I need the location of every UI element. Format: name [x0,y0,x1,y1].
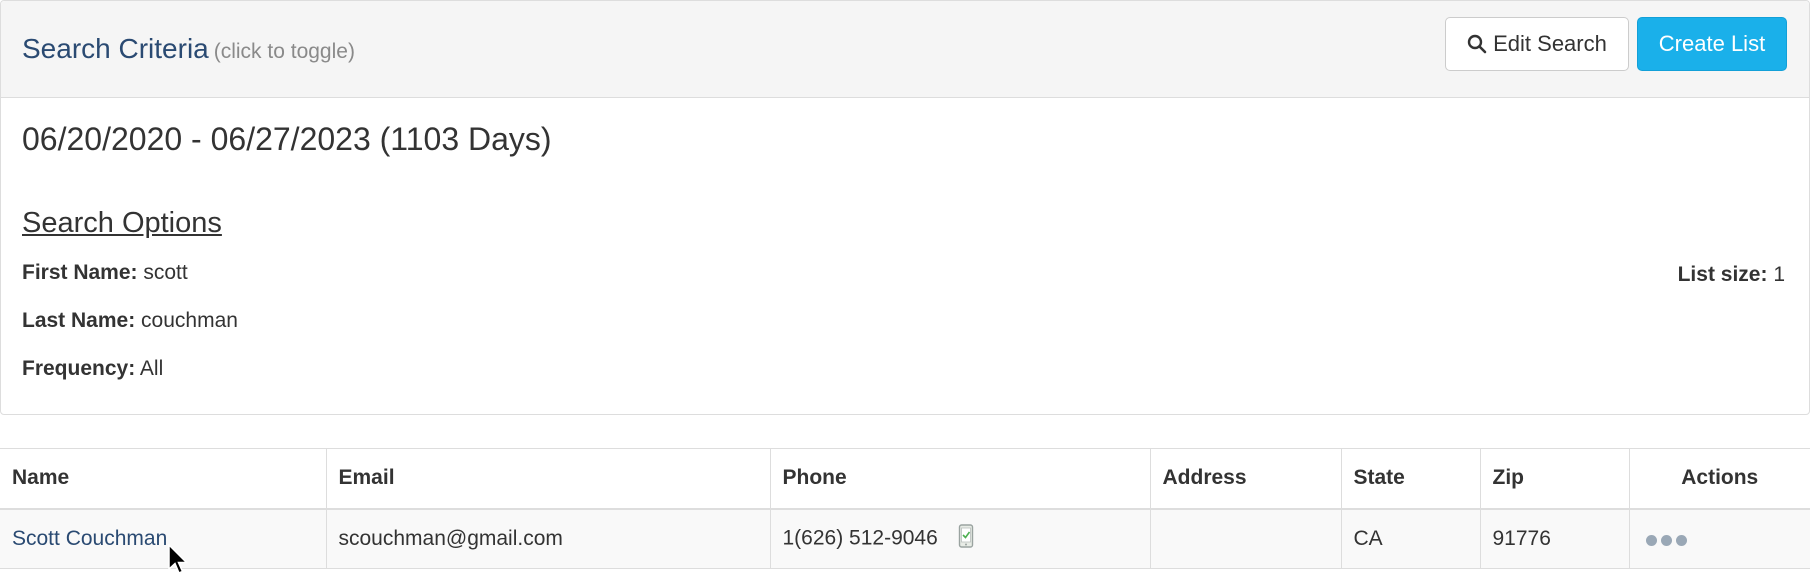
panel-title-text[interactable]: Search Criteria [22,33,209,64]
option-label: Last Name: [22,309,136,332]
list-size-label: List size: [1677,263,1768,286]
cell-actions [1629,509,1810,569]
column-header-email[interactable]: Email [326,448,771,509]
contact-name-link[interactable]: Scott Couchman [12,527,167,550]
list-size: List size: 1 [1678,263,1785,287]
option-first-name: First Name: scott [22,261,188,285]
dot [1675,535,1687,547]
option-value: All [139,357,164,380]
option-value: scott [143,261,188,284]
option-last-name: Last Name: couchman [22,309,238,333]
list-size-value: 1 [1773,263,1785,286]
results-table: Name Email Phone Address State Zip Actio… [0,448,1810,569]
search-options-heading: Search Options [22,207,222,239]
cell-state: CA [1341,508,1481,569]
cell-address [1150,508,1342,569]
column-header-address[interactable]: Address [1150,448,1342,509]
create-list-button[interactable]: Create List [1637,17,1787,71]
option-label: Frequency: [22,357,136,380]
create-list-label: Create List [1658,31,1766,56]
search-icon [1467,34,1487,54]
cell-email: scouchman@gmail.com [326,508,771,569]
table-row: Scott Couchman scouchman@gmail.com 1(626… [0,508,1810,569]
edit-search-button[interactable]: Edit Search [1445,17,1629,71]
column-header-zip[interactable]: Zip [1480,448,1630,509]
more-horizontal-icon[interactable] [1644,531,1689,547]
cell-zip: 91776 [1480,508,1630,569]
dot [1660,535,1672,547]
search-criteria-panel: Search Criteria (click to toggle) Edit Se… [0,0,1810,415]
table-header-row: Name Email Phone Address State Zip Actio… [0,448,1810,509]
column-header-actions: Actions [1681,466,1759,490]
column-header-phone[interactable]: Phone [770,448,1151,509]
option-frequency: Frequency: All [22,357,163,381]
panel-title[interactable]: Search Criteria (click to toggle) [22,33,355,65]
panel-heading[interactable]: Search Criteria (click to toggle) Edit Se… [1,1,1809,98]
toggle-hint[interactable]: (click to toggle) [214,40,355,63]
cell-phone: 1(626) 512-9046 [770,508,1151,569]
date-range: 06/20/2020 - 06/27/2023 (1103 Days) [22,121,552,157]
phone-number: 1(626) 512-9046 [782,526,938,550]
column-header-name[interactable]: Name [0,448,327,509]
option-label: First Name: [22,261,138,284]
mobile-phone-check-icon [958,524,974,554]
dot [1645,535,1657,547]
option-value: couchman [141,309,238,332]
mouse-cursor-icon [168,544,189,574]
cell-name: Scott Couchman [0,508,327,569]
edit-search-label: Edit Search [1493,31,1607,56]
column-header-state[interactable]: State [1341,448,1481,509]
